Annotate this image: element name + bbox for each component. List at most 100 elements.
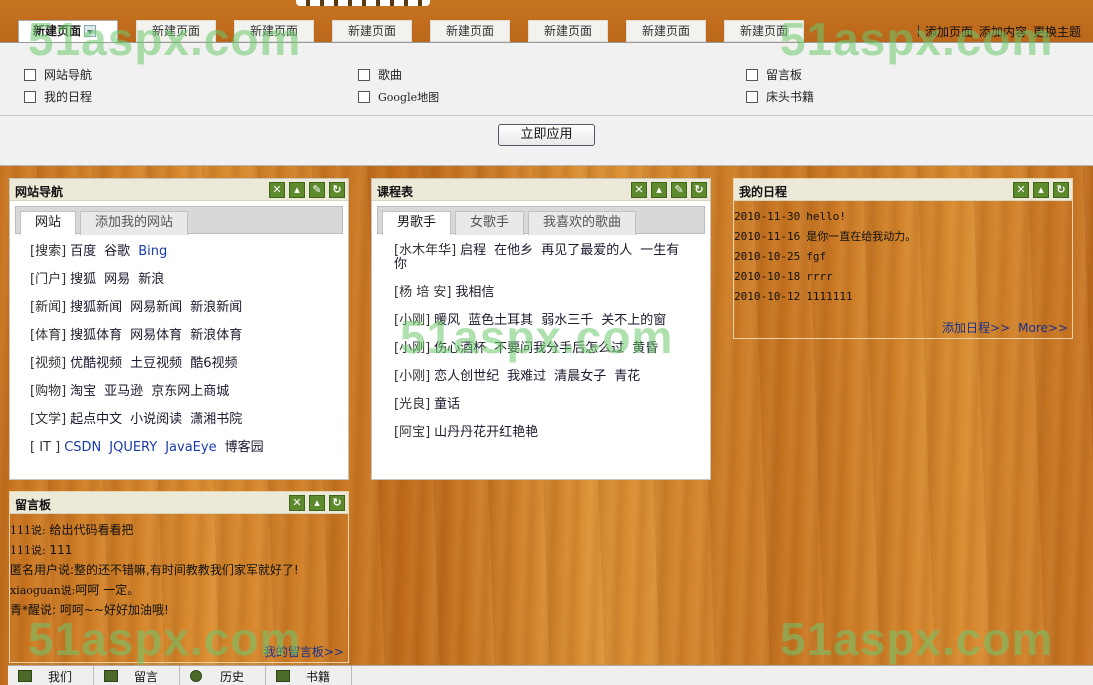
song-link[interactable]: 青花: [614, 369, 640, 384]
site-link[interactable]: 百度: [70, 244, 96, 259]
site-link[interactable]: 小说阅读: [130, 412, 182, 427]
checkbox[interactable]: [746, 69, 758, 81]
edit-icon[interactable]: ✎: [309, 182, 325, 198]
checkbox[interactable]: [746, 91, 758, 103]
refresh-icon[interactable]: ↻: [691, 182, 707, 198]
close-icon[interactable]: ✕: [269, 182, 285, 198]
list-item[interactable]: 2010-10-18 rrrr: [734, 269, 1072, 289]
add-schedule-link[interactable]: 添加日程>>: [942, 321, 1010, 335]
song-link[interactable]: 我相信: [455, 285, 494, 300]
site-link[interactable]: 搜狐体育: [70, 328, 122, 343]
collapse-icon[interactable]: ▴: [309, 495, 325, 511]
site-link[interactable]: 起点中文: [70, 412, 122, 427]
widget-header[interactable]: 留言板 ✕ ▴ ↻: [10, 492, 348, 514]
site-link[interactable]: 搜狐新闻: [70, 300, 122, 315]
taskbar-item-message[interactable]: 留言: [94, 666, 180, 685]
site-link[interactable]: 酷6视频: [190, 356, 237, 371]
song-link[interactable]: 关不上的窗: [601, 313, 666, 328]
site-link[interactable]: 新浪: [138, 272, 164, 287]
page-tab[interactable]: 新建页面: [136, 20, 216, 42]
tab-male-singers[interactable]: 男歌手: [382, 211, 452, 235]
song-link[interactable]: 不要问我分手后怎么过: [494, 341, 624, 356]
song-link[interactable]: 山丹丹花开红艳艳: [434, 425, 538, 440]
refresh-icon[interactable]: ↻: [329, 182, 345, 198]
song-link[interactable]: 恋人创世纪: [434, 369, 499, 384]
site-link[interactable]: JQUERY: [109, 440, 157, 455]
more-link[interactable]: More>>: [1018, 321, 1068, 335]
widget-header[interactable]: 我的日程 ✕ ▴ ↻: [734, 179, 1072, 201]
site-link[interactable]: 新浪体育: [190, 328, 242, 343]
tab-favorite-songs[interactable]: 我喜欢的歌曲: [528, 211, 637, 235]
site-link[interactable]: 淘宝: [70, 384, 96, 399]
page-tab[interactable]: 新建页面: [724, 20, 804, 42]
option-nav[interactable]: 网站导航: [24, 67, 92, 83]
tab-add-site[interactable]: 添加我的网站: [80, 211, 189, 235]
collapse-icon[interactable]: ▴: [651, 182, 667, 198]
page-tab[interactable]: 新建页面: [430, 20, 510, 42]
song-link[interactable]: 蓝色土耳其: [468, 313, 533, 328]
list-item[interactable]: 2010-11-16 是你一直在给我动力。: [734, 229, 1072, 249]
checkbox[interactable]: [24, 69, 36, 81]
site-link[interactable]: 潇湘书院: [190, 412, 242, 427]
option-guestbook[interactable]: 留言板: [746, 67, 802, 83]
song-link[interactable]: 在他乡: [494, 243, 533, 258]
site-link[interactable]: 网易体育: [130, 328, 182, 343]
song-link[interactable]: 伤心酒杯: [434, 341, 486, 356]
list-item[interactable]: 2010-10-25 fgf: [734, 249, 1072, 269]
song-link[interactable]: 弱水三千: [541, 313, 593, 328]
page-tab[interactable]: 新建页面: [626, 20, 706, 42]
page-tab-active[interactable]: 新建页面: [18, 20, 118, 42]
page-tab[interactable]: 新建页面: [234, 20, 314, 42]
taskbar-item-history[interactable]: 历史: [180, 666, 266, 685]
tab-female-singers[interactable]: 女歌手: [455, 211, 525, 235]
refresh-icon[interactable]: ↻: [1053, 182, 1069, 198]
site-link[interactable]: JavaEye: [165, 440, 216, 455]
collapse-icon[interactable]: ▴: [1033, 182, 1049, 198]
site-link[interactable]: 土豆视频: [130, 356, 182, 371]
song-link[interactable]: 暖风: [434, 313, 460, 328]
checkbox[interactable]: [358, 69, 370, 81]
close-icon[interactable]: ✕: [631, 182, 647, 198]
my-guestbook-link[interactable]: 我的留言板>>: [264, 645, 344, 659]
site-link[interactable]: 网易新闻: [130, 300, 182, 315]
page-tab[interactable]: 新建页面: [332, 20, 412, 42]
page-tab[interactable]: 新建页面: [528, 20, 608, 42]
tab-sites[interactable]: 网站: [20, 211, 77, 235]
site-link[interactable]: 新浪新闻: [190, 300, 242, 315]
add-content-link[interactable]: 添加内容: [979, 25, 1027, 39]
song-link[interactable]: 清晨女子: [554, 369, 606, 384]
song-link[interactable]: 启程: [460, 243, 486, 258]
refresh-icon[interactable]: ↻: [329, 495, 345, 511]
list-item[interactable]: 2010-11-30 hello!: [734, 209, 1072, 229]
close-icon[interactable]: ✕: [289, 495, 305, 511]
add-page-link[interactable]: 添加页面: [925, 25, 973, 39]
checkbox[interactable]: [24, 91, 36, 103]
option-schedule[interactable]: 我的日程: [24, 89, 92, 105]
taskbar-item-us[interactable]: 我们: [8, 666, 94, 685]
edit-icon[interactable]: ✎: [671, 182, 687, 198]
site-link[interactable]: 网易: [104, 272, 130, 287]
site-link[interactable]: Bing: [138, 244, 167, 259]
checkbox[interactable]: [358, 91, 370, 103]
song-link[interactable]: 黄昏: [632, 341, 658, 356]
site-link[interactable]: 亚马逊: [104, 384, 143, 399]
site-link[interactable]: 博客园: [225, 440, 264, 455]
apply-button[interactable]: 立即应用: [498, 124, 595, 146]
site-link[interactable]: 谷歌: [104, 244, 130, 259]
site-link[interactable]: 京东网上商城: [151, 384, 229, 399]
collapse-icon[interactable]: ▴: [289, 182, 305, 198]
site-link[interactable]: 优酷视频: [70, 356, 122, 371]
widget-header[interactable]: 课程表 ✕ ▴ ✎ ↻: [372, 179, 710, 201]
song-link[interactable]: 童话: [434, 397, 460, 412]
close-icon[interactable]: ✕: [1013, 182, 1029, 198]
option-books[interactable]: 床头书籍: [746, 89, 814, 105]
song-link[interactable]: 我难过: [507, 369, 546, 384]
widget-header[interactable]: 网站导航 ✕ ▴ ✎ ↻: [10, 179, 348, 201]
taskbar-item-books[interactable]: 书籍: [266, 666, 352, 685]
song-link[interactable]: 再见了最爱的人: [541, 243, 632, 258]
list-item[interactable]: 2010-10-12 1111111: [734, 289, 1072, 309]
site-link[interactable]: CSDN: [64, 440, 101, 455]
site-link[interactable]: 搜狐: [70, 272, 96, 287]
option-google-map[interactable]: Google地图: [358, 89, 439, 105]
chevron-down-icon[interactable]: [84, 25, 97, 37]
